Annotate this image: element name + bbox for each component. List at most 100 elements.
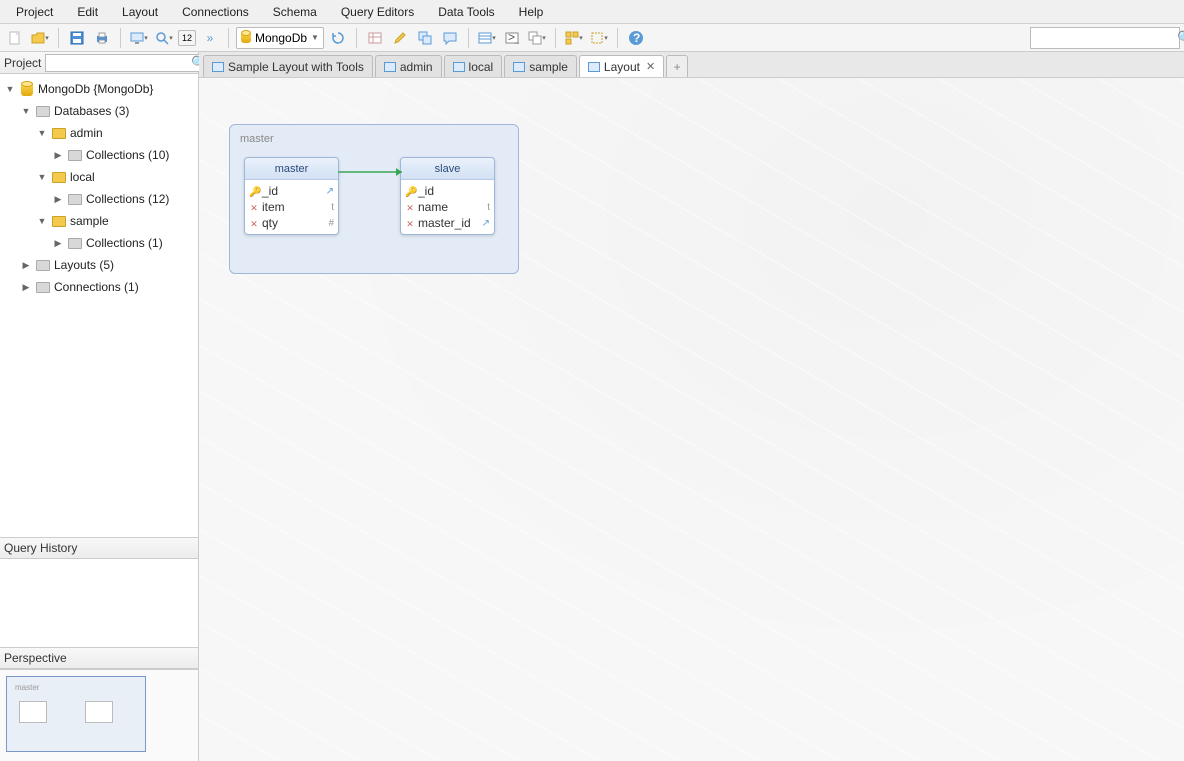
menu-schema[interactable]: Schema xyxy=(261,2,329,22)
save-icon[interactable] xyxy=(66,27,88,49)
tree-db-local[interactable]: ▼local xyxy=(0,166,198,188)
disclosure-icon[interactable]: ▼ xyxy=(4,84,16,94)
tree-connections[interactable]: ▶Connections (1) xyxy=(0,276,198,298)
tab-admin[interactable]: admin xyxy=(375,55,442,77)
tree-root[interactable]: ▼MongoDb {MongoDb} xyxy=(0,78,198,100)
number-badge[interactable]: 12 xyxy=(178,30,196,46)
project-tree[interactable]: ▼MongoDb {MongoDb}▼Databases (3)▼admin▶C… xyxy=(0,74,198,537)
disclosure-icon[interactable]: ▼ xyxy=(36,216,48,226)
perspective-header[interactable]: Perspective xyxy=(0,647,198,669)
close-icon[interactable]: ✕ xyxy=(646,60,655,73)
search-icon: 🔍 xyxy=(1177,30,1184,46)
tree-coll-local[interactable]: ▶Collections (12) xyxy=(0,188,198,210)
key-icon: 🔑 xyxy=(249,187,261,198)
entity-header[interactable]: slave xyxy=(401,158,494,180)
tree-db-admin[interactable]: ▼admin xyxy=(0,122,198,144)
menu-bar: ProjectEditLayoutConnectionsSchemaQuery … xyxy=(0,0,1184,24)
new-file-icon[interactable] xyxy=(4,27,26,49)
project-search-input[interactable] xyxy=(49,57,191,69)
tab-add-button[interactable]: + xyxy=(666,55,688,77)
disclosure-icon[interactable]: ▶ xyxy=(20,282,32,293)
diagram-canvas[interactable]: master master🔑_id↗✕itemt✕qty# slave🔑_id✕… xyxy=(199,78,1184,761)
tab-layout[interactable]: Layout✕ xyxy=(579,55,664,77)
folder-yellow-icon xyxy=(52,128,66,139)
svg-text:>_: >_ xyxy=(508,31,519,44)
menu-help[interactable]: Help xyxy=(507,2,556,22)
tree-coll-admin[interactable]: ▶Collections (10) xyxy=(0,144,198,166)
entity-master[interactable]: master 🔑_id↗✕itemt✕qty# xyxy=(244,157,339,235)
tree-databases[interactable]: ▼Databases (3) xyxy=(0,100,198,122)
folder-icon xyxy=(68,194,82,205)
grid-icon[interactable]: ▾ xyxy=(476,27,498,49)
tree-db-sample[interactable]: ▼sample xyxy=(0,210,198,232)
layers-icon[interactable]: ▾ xyxy=(526,27,548,49)
help-icon[interactable]: ? xyxy=(625,27,647,49)
field-row[interactable]: 🔑_id xyxy=(405,183,490,199)
project-label: Project xyxy=(4,56,41,70)
field-row[interactable]: ✕itemt xyxy=(249,199,334,215)
disclosure-icon[interactable]: ▼ xyxy=(36,128,48,138)
folder-yellow-icon xyxy=(52,172,66,183)
table-icon[interactable] xyxy=(364,27,386,49)
forward-icon[interactable]: » xyxy=(199,27,221,49)
field-icon: ✕ xyxy=(250,219,258,229)
project-panel-header: Project 🔍 xyxy=(0,52,198,74)
duplicate-icon[interactable] xyxy=(414,27,436,49)
field-row[interactable]: 🔑_id↗ xyxy=(249,183,334,199)
menu-layout[interactable]: Layout xyxy=(110,2,170,22)
field-row[interactable]: ✕qty# xyxy=(249,215,334,231)
console-icon[interactable]: >_ xyxy=(501,27,523,49)
field-row[interactable]: ✕master_id↗ xyxy=(405,215,490,231)
menu-connections[interactable]: Connections xyxy=(170,2,261,22)
connection-selector[interactable]: MongoDb ▼ xyxy=(236,27,324,49)
disclosure-icon[interactable]: ▶ xyxy=(52,150,64,161)
main-toolbar: ▾ ▾ ▾ 12 » MongoDb ▼ ▾ >_ ▾ ▾ ▾ ? 🔍 xyxy=(0,24,1184,52)
tab-sample-layout-with-tools[interactable]: Sample Layout with Tools xyxy=(203,55,373,77)
entity-header[interactable]: master xyxy=(245,158,338,180)
entity-slave[interactable]: slave 🔑_id✕namet✕master_id↗ xyxy=(400,157,495,235)
perspective-minimap[interactable]: master xyxy=(0,669,198,761)
global-search[interactable]: 🔍 xyxy=(1030,27,1180,49)
editor-area: Sample Layout with Toolsadminlocalsample… xyxy=(199,52,1184,761)
search-input[interactable] xyxy=(1035,32,1177,44)
tab-local[interactable]: local xyxy=(444,55,503,77)
db-icon xyxy=(21,83,33,96)
menu-query-editors[interactable]: Query Editors xyxy=(329,2,426,22)
schema-group[interactable]: master master🔑_id↗✕itemt✕qty# slave🔑_id✕… xyxy=(229,124,519,274)
tree-layouts[interactable]: ▶Layouts (5) xyxy=(0,254,198,276)
disclosure-icon[interactable]: ▶ xyxy=(52,194,64,205)
print-icon[interactable] xyxy=(91,27,113,49)
menu-edit[interactable]: Edit xyxy=(65,2,110,22)
tab-sample[interactable]: sample xyxy=(504,55,577,77)
field-icon: ✕ xyxy=(406,203,414,213)
tree-coll-sample[interactable]: ▶Collections (1) xyxy=(0,232,198,254)
layout-icon xyxy=(384,62,396,72)
query-history-header[interactable]: Query History xyxy=(0,537,198,559)
project-search[interactable]: 🔍 xyxy=(45,54,211,72)
refresh-icon[interactable] xyxy=(327,27,349,49)
connection-label: MongoDb xyxy=(255,31,307,45)
comment-icon[interactable] xyxy=(439,27,461,49)
folder-yellow-icon xyxy=(52,216,66,227)
link-icon: ↗ xyxy=(482,218,490,229)
relation-line xyxy=(338,167,402,177)
db-icon xyxy=(241,32,251,43)
monitor-icon[interactable]: ▾ xyxy=(128,27,150,49)
menu-project[interactable]: Project xyxy=(4,2,65,22)
disclosure-icon[interactable]: ▶ xyxy=(52,238,64,249)
layout-icon xyxy=(588,62,600,72)
folder-icon xyxy=(68,150,82,161)
field-row[interactable]: ✕namet xyxy=(405,199,490,215)
disclosure-icon[interactable]: ▼ xyxy=(36,172,48,182)
pencil-icon[interactable] xyxy=(389,27,411,49)
menu-data-tools[interactable]: Data Tools xyxy=(426,2,506,22)
select-icon[interactable]: ▾ xyxy=(588,27,610,49)
disclosure-icon[interactable]: ▶ xyxy=(20,260,32,271)
sidebar: Project 🔍 ▼MongoDb {MongoDb}▼Databases (… xyxy=(0,52,199,761)
open-folder-icon[interactable]: ▾ xyxy=(29,27,51,49)
arrange-icon[interactable]: ▾ xyxy=(563,27,585,49)
chevron-down-icon: ▼ xyxy=(311,33,319,42)
zoom-icon[interactable]: ▾ xyxy=(153,27,175,49)
svg-text:?: ? xyxy=(633,31,640,45)
disclosure-icon[interactable]: ▼ xyxy=(20,106,32,116)
